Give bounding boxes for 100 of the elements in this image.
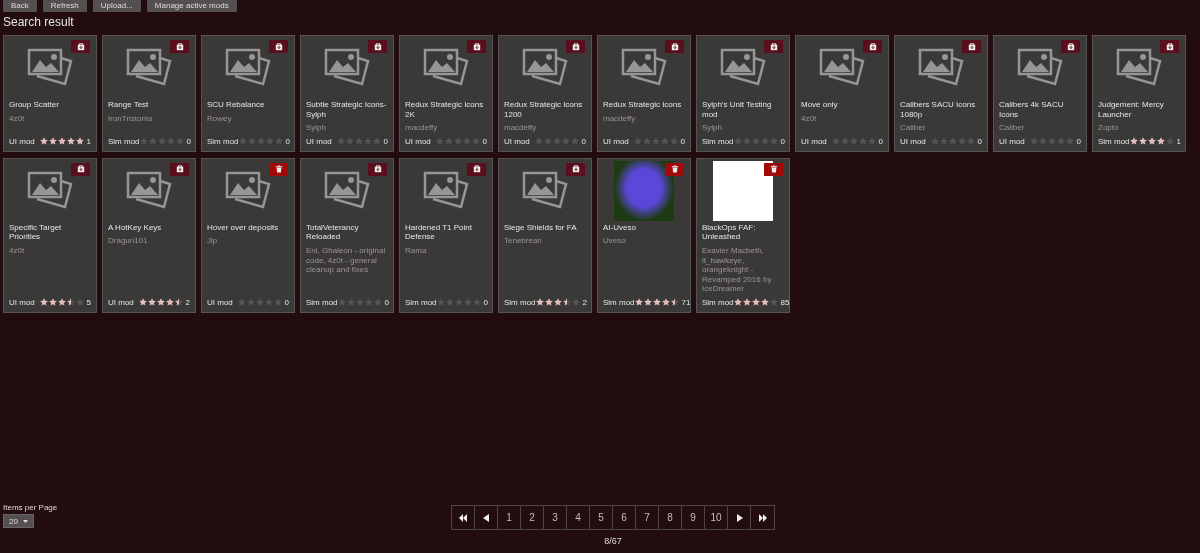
star-icon (966, 137, 975, 146)
star-icon (751, 298, 760, 307)
mod-author: Exavier Macbeth, lt_hawkeye, orangeknight - Revamped 2016 by IceDreamer (702, 245, 773, 294)
star-icon (535, 298, 544, 307)
mod-card[interactable]: Sylph's Unit Testing mod Sylph Sim mod 0 (696, 35, 790, 152)
mod-card[interactable]: Hardened T1 Point Defense Rama Sim mod 0 (399, 157, 493, 313)
download-icon (967, 42, 976, 51)
star-icon (57, 298, 66, 307)
install-button[interactable] (566, 162, 585, 176)
star-icon (930, 137, 939, 146)
install-button[interactable] (368, 40, 387, 53)
star-icon (1129, 137, 1138, 146)
image-placeholder-icon (126, 170, 172, 209)
star-icon (138, 298, 147, 307)
remove-button[interactable] (269, 162, 288, 176)
toolbar-button[interactable]: Upload... (92, 0, 141, 12)
mod-title: Hardened T1 Point Defense (405, 222, 473, 242)
items-per-page-select[interactable]: 20 (3, 514, 34, 528)
install-button[interactable] (1061, 40, 1080, 53)
last-page-icon (758, 513, 767, 522)
star-icon (337, 298, 346, 307)
star-icon (840, 137, 849, 146)
mod-author: macdeffy (504, 123, 538, 133)
mod-card[interactable]: TotalVeterancy Reloaded Eni, Ghaleon - original code, 4z0t - general cleanup and fixes Sim mod 0 (300, 157, 394, 313)
mod-author: Tenebrean (504, 236, 543, 248)
remove-button[interactable] (764, 162, 783, 176)
mod-card[interactable]: Subtle Strategic Icons-Sylph Sylph UI mod 0 (300, 35, 394, 152)
toolbar-button[interactable]: Manage active mods (146, 0, 237, 12)
star-icon (643, 298, 652, 307)
mod-card[interactable]: Move only 4z0t UI mod 0 (795, 35, 889, 152)
mod-title: Calibers 4k SACU Icons (999, 100, 1065, 120)
mod-card[interactable]: Calibers SACU Icons 1080p Caliber UI mod 0 (894, 35, 988, 152)
star-icon (156, 298, 165, 307)
toolbar-button[interactable]: Refresh (42, 0, 87, 12)
install-button[interactable] (269, 40, 288, 53)
star-icon (166, 137, 175, 146)
remove-button[interactable] (665, 162, 684, 176)
toolbar-button[interactable]: Back (3, 0, 37, 12)
rating-count: 0 (977, 136, 982, 146)
install-button[interactable] (170, 40, 189, 53)
mod-card[interactable]: Hover over deposits Jip UI mod 0 (201, 157, 295, 313)
install-button[interactable] (368, 162, 387, 176)
mod-author: 4z0t (9, 113, 26, 125)
star-icon (831, 137, 840, 146)
star-icon (39, 137, 48, 146)
rating-count: 0 (186, 136, 191, 146)
star-icon (255, 298, 264, 307)
star-icon (265, 137, 274, 146)
install-button[interactable] (962, 40, 981, 53)
star-icon (1047, 137, 1056, 146)
star-icon (661, 298, 670, 307)
mod-type: UI mod (9, 297, 35, 307)
mod-type: UI mod (801, 136, 827, 146)
mod-author: 4z0t (9, 245, 26, 257)
first-page-icon (458, 513, 468, 522)
mod-card[interactable]: SCU Rebalance Rowey Sim mod 0 (201, 35, 295, 152)
download-icon (274, 42, 283, 51)
install-button[interactable] (566, 40, 585, 53)
trash-icon (274, 165, 283, 174)
mod-card[interactable]: Redux Strategic Icons 2K macdeffy UI mod 0 (399, 35, 493, 152)
install-button[interactable] (764, 40, 783, 53)
mod-type: Sim mod (1098, 136, 1130, 146)
mod-title: Range Test (108, 100, 150, 110)
star-icon (1138, 137, 1147, 146)
mod-card[interactable]: Redux Strategic Icons macdeffy UI mod 0 (597, 35, 691, 152)
star-icon (39, 298, 48, 307)
install-button[interactable] (665, 40, 684, 53)
image-placeholder-icon (225, 48, 271, 86)
rating-count: 0 (878, 136, 883, 146)
mod-card[interactable]: Judgement: Mercy Launcher Zopto Sim mod 1 (1092, 35, 1186, 152)
mod-card[interactable]: Range Test IronTristonia Sim mod 0 (102, 35, 196, 152)
install-button[interactable] (71, 40, 90, 53)
star-icon (147, 298, 156, 307)
star-icon (562, 298, 571, 307)
install-button[interactable] (170, 162, 189, 176)
install-button[interactable] (467, 162, 486, 176)
star-icon (75, 298, 84, 307)
install-button[interactable] (467, 40, 486, 53)
mod-type: UI mod (108, 297, 134, 307)
mod-card[interactable]: Group Scatter 4z0t UI mod 1 (3, 35, 97, 152)
image-placeholder-icon (819, 48, 865, 86)
star-icon (948, 137, 957, 146)
star-icon (463, 298, 472, 307)
mod-type: UI mod (999, 136, 1025, 146)
install-button[interactable] (71, 162, 90, 176)
install-button[interactable] (863, 40, 882, 53)
mod-card[interactable]: Calibers 4k SACU Icons Caliber UI mod 0 (993, 35, 1087, 152)
mod-card[interactable]: A HotKey Keys Dragun101 UI mod 2 (102, 157, 196, 313)
rating-count: 0 (383, 136, 388, 146)
mod-card[interactable]: Redux Strategic Icons 1200 macdeffy UI mod 0 (498, 35, 592, 152)
mod-card[interactable]: Specific Target Priorities 4z0t UI mod 5 (3, 157, 97, 313)
mod-card[interactable]: BlackOps FAF: Unleashed Exavier Macbeth, lt_hawkeye, orangeknight - Revamped 2016 by IceDreamer Sim mod 85 (696, 157, 790, 313)
star-icon (544, 298, 553, 307)
star-icon (237, 298, 246, 307)
star-icon (561, 137, 570, 146)
install-button[interactable] (1160, 40, 1179, 53)
mod-type: Sim mod (504, 297, 536, 307)
mod-card[interactable]: AI-Uveso Uveso Sim mod 71 (597, 157, 691, 313)
mod-card[interactable]: Siege Shields for FA Tenebrean Sim mod 2 (498, 157, 592, 313)
mod-title: Redux Strategic Icons (603, 100, 683, 110)
